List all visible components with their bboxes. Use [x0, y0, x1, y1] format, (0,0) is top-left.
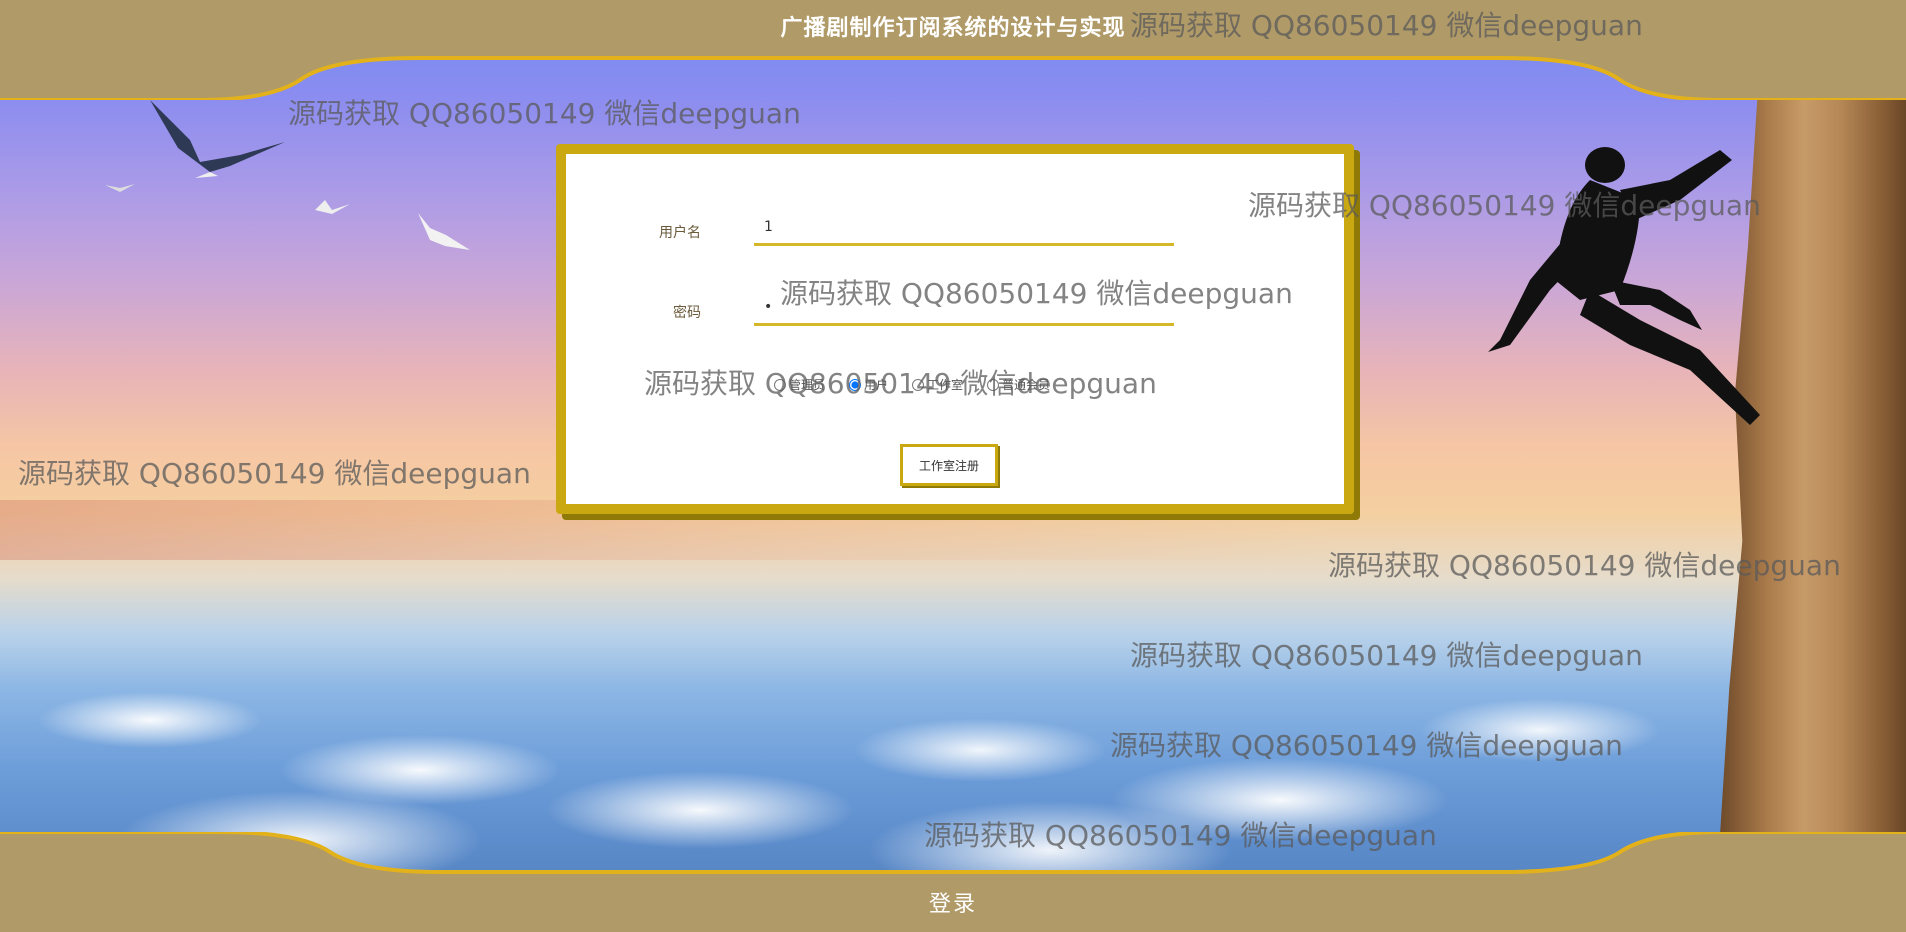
eagle-tail: [195, 172, 218, 178]
login-card-body: 用户名 密码 管理员 用户 工作室 普通会员: [566, 154, 1344, 504]
password-input[interactable]: [754, 290, 1174, 326]
username-label: 用户名: [659, 225, 701, 241]
role-label-admin: 管理员: [789, 378, 826, 392]
role-selector: 管理员 用户 工作室 普通会员: [774, 376, 1050, 393]
role-label-user: 用户: [864, 378, 889, 392]
page-title: 广播剧制作订阅系统的设计与实现: [780, 16, 1126, 41]
eagle-shape: [150, 100, 285, 172]
role-option-member[interactable]: 普通会员: [987, 376, 1050, 393]
login-page: 广播剧制作订阅系统的设计与实现 登录 用户名 密码 管理员 用户: [0, 0, 1906, 932]
role-radio-user[interactable]: [849, 378, 862, 391]
role-option-user[interactable]: 用户: [849, 376, 888, 393]
role-label-studio: 工作室: [927, 378, 964, 392]
top-banner: 广播剧制作订阅系统的设计与实现: [0, 0, 1906, 100]
gull-mid: [315, 200, 350, 214]
gull-large: [418, 213, 470, 250]
role-radio-studio[interactable]: [912, 378, 925, 391]
gull-small: [105, 184, 135, 192]
password-label: 密码: [673, 305, 701, 321]
role-label-member: 普通会员: [1002, 378, 1051, 392]
username-input[interactable]: [754, 210, 1174, 246]
login-caption: 登录: [928, 892, 977, 917]
role-radio-member[interactable]: [987, 378, 1000, 391]
role-option-studio[interactable]: 工作室: [912, 376, 963, 393]
climber-silhouette: [1488, 147, 1760, 425]
watermark-text: 源码获取 QQ86050149 微信deepguan: [18, 457, 531, 490]
bottom-banner: 登录: [0, 832, 1906, 932]
role-radio-admin[interactable]: [774, 378, 786, 391]
birds-illustration: [105, 100, 470, 250]
role-option-admin[interactable]: 管理员: [774, 376, 825, 393]
studio-register-button[interactable]: 工作室注册: [900, 444, 998, 486]
login-card: 用户名 密码 管理员 用户 工作室 普通会员: [556, 144, 1354, 514]
